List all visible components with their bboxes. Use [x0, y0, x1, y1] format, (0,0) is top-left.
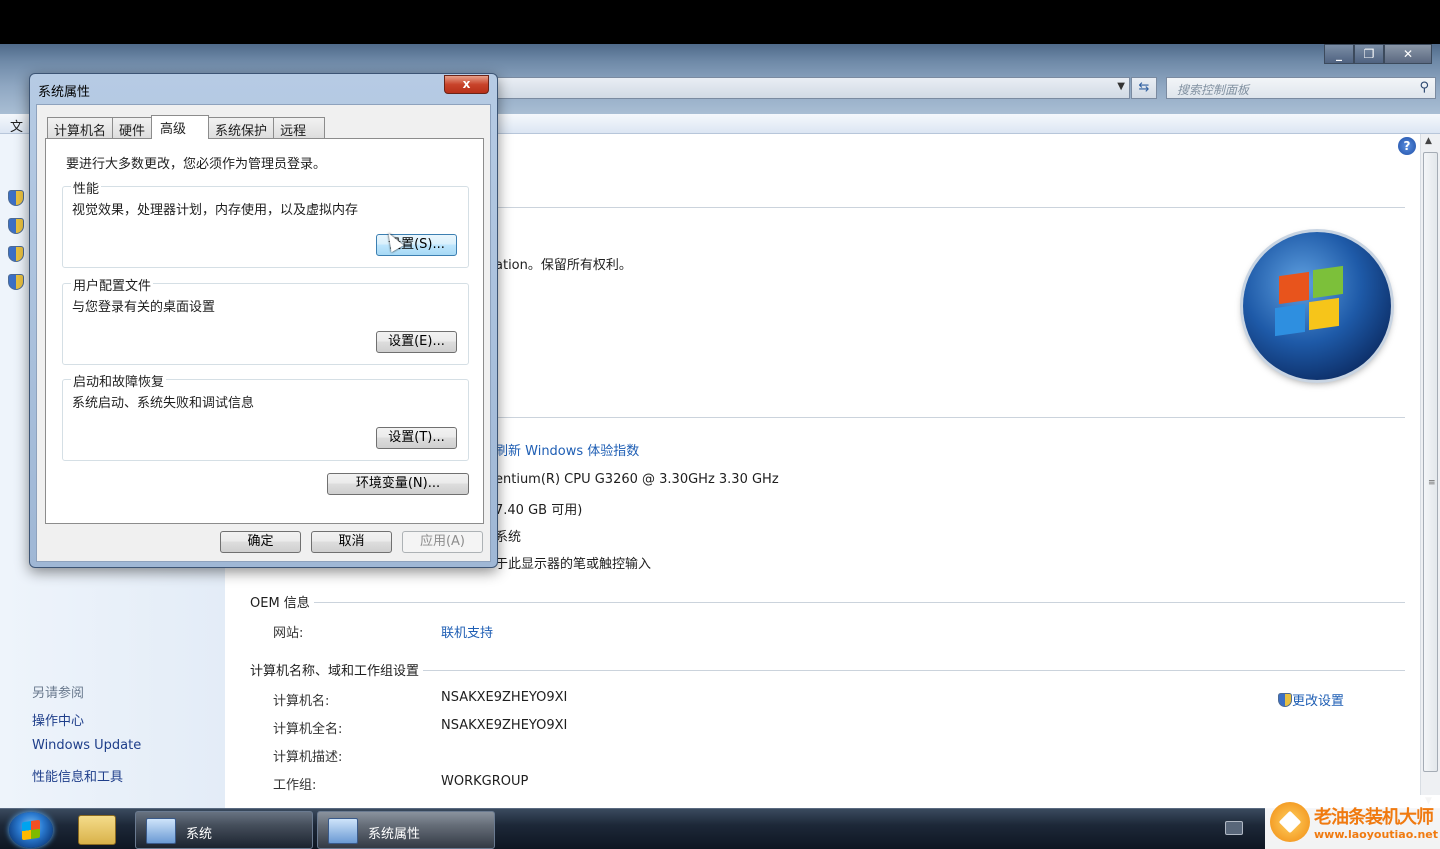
- taskbar-item-label: 系统: [186, 827, 213, 842]
- workgroup-value: WORKGROUP: [441, 774, 529, 789]
- watermark: 老油条装机大师 www.laoyoutiao.net: [1265, 795, 1440, 849]
- divider: [250, 602, 1405, 603]
- performance-desc: 视觉效果，处理器计划，内存使用，以及虚拟内存: [72, 203, 359, 218]
- keyboard-icon[interactable]: [1225, 821, 1243, 835]
- watermark-logo-icon: [1270, 802, 1310, 842]
- ok-button[interactable]: 确定: [220, 531, 301, 553]
- scroll-up-icon[interactable]: ▲: [1425, 136, 1432, 146]
- watermark-brand: 老油条装机大师: [1314, 807, 1434, 828]
- vertical-scrollbar[interactable]: ▲ ≡ ▼: [1420, 134, 1440, 808]
- system-window-icon: [146, 818, 176, 844]
- refresh-icon[interactable]: ⇆: [1131, 77, 1157, 99]
- pen-touch-value: 于此显示器的笔或触控输入: [495, 557, 652, 572]
- watermark-url: www.laoyoutiao.net: [1314, 828, 1439, 841]
- change-settings-link[interactable]: 更改设置: [1292, 690, 1344, 709]
- change-settings-link-wrap[interactable]: 更改设置: [1278, 690, 1344, 709]
- dialog-close-button[interactable]: x: [444, 75, 489, 94]
- startup-recovery-desc: 系统启动、系统失败和调试信息: [72, 396, 255, 411]
- chevron-down-icon[interactable]: ▼: [1117, 81, 1125, 92]
- restore-button[interactable]: ❐: [1354, 44, 1384, 64]
- admin-notice: 要进行大多数更改，您必须作为管理员登录。: [66, 157, 327, 172]
- window-controls: _ ❐ ✕: [1324, 44, 1432, 64]
- taskbar-item-system[interactable]: 系统: [135, 811, 313, 849]
- tab-remote[interactable]: 远程: [273, 117, 326, 139]
- left-link-action-center[interactable]: 操作中心: [32, 710, 84, 729]
- website-label: 网站:: [273, 626, 304, 641]
- dialog-body: 计算机名 硬件 高级 系统保护 远程 要进行大多数更改，您必须作为管理员登录。 …: [36, 104, 491, 562]
- explorer-folder-icon[interactable]: [78, 815, 116, 845]
- windows-logo: [1243, 232, 1391, 380]
- computer-name-section-title: 计算机名称、域和工作组设置: [250, 660, 424, 679]
- minimize-button[interactable]: _: [1324, 44, 1354, 64]
- performance-group: 性能 视觉效果，处理器计划，内存使用，以及虚拟内存 设置(S)...: [62, 178, 469, 268]
- full-computer-name-label: 计算机全名:: [273, 722, 343, 737]
- computer-name-label: 计算机名:: [273, 694, 330, 709]
- shield-icon: [8, 190, 24, 206]
- left-link-windows-update[interactable]: Windows Update: [32, 738, 141, 753]
- taskbar-item-label: 系统属性: [368, 827, 421, 842]
- divider: [495, 207, 1405, 208]
- environment-variables-button[interactable]: 环境变量(N)...: [327, 473, 469, 495]
- left-link-performance[interactable]: 性能信息和工具: [32, 766, 123, 785]
- computer-name-value: NSAKXE9ZHEYO9XI: [441, 690, 568, 705]
- user-profiles-title: 用户配置文件: [71, 275, 154, 294]
- flag-blue: [1275, 303, 1305, 337]
- tab-computer-name[interactable]: 计算机名: [47, 117, 114, 139]
- startup-recovery-title: 启动和故障恢复: [71, 371, 167, 390]
- tab-hardware[interactable]: 硬件: [112, 117, 153, 139]
- startup-recovery-group: 启动和故障恢复 系统启动、系统失败和调试信息 设置(T)...: [62, 371, 469, 461]
- computer-description-label: 计算机描述:: [273, 750, 343, 765]
- online-support-link[interactable]: 联机支持: [441, 622, 493, 641]
- search-placeholder: 搜索控制面板: [1177, 83, 1250, 97]
- taskbar-item-system-properties[interactable]: 系统属性: [317, 811, 495, 849]
- help-icon[interactable]: ?: [1398, 137, 1416, 155]
- shield-icon: [1278, 692, 1292, 707]
- tab-system-protection[interactable]: 系统保护: [208, 117, 275, 139]
- search-icon[interactable]: ⚲: [1419, 80, 1429, 95]
- flag-yellow: [1309, 297, 1339, 331]
- menu-file[interactable]: 文: [10, 116, 23, 135]
- shield-icon: [8, 274, 24, 290]
- address-bar[interactable]: ▼: [490, 77, 1130, 99]
- divider: [495, 417, 1405, 418]
- tab-advanced[interactable]: 高级: [151, 115, 210, 139]
- grip-icon: ≡: [1428, 478, 1436, 488]
- shield-icon: [8, 218, 24, 234]
- start-button[interactable]: [9, 812, 53, 848]
- taskbar: 系统 系统属性: [0, 808, 1440, 849]
- search-input[interactable]: 搜索控制面板 ⚲: [1166, 77, 1436, 99]
- rating-link[interactable]: 刷新 Windows 体验指数: [495, 440, 639, 459]
- user-profiles-group: 用户配置文件 与您登录有关的桌面设置 设置(E)...: [62, 275, 469, 365]
- full-computer-name-value: NSAKXE9ZHEYO9XI: [441, 718, 568, 733]
- oem-section-title: OEM 信息: [250, 592, 314, 611]
- scroll-thumb[interactable]: ≡: [1423, 152, 1438, 772]
- cancel-button[interactable]: 取消: [311, 531, 392, 553]
- flag-green: [1313, 265, 1343, 299]
- close-button[interactable]: ✕: [1384, 44, 1432, 64]
- system-properties-dialog: 系统属性 x 计算机名 硬件 高级 系统保护 远程 要进行大多数更改，您必须作为…: [29, 73, 498, 568]
- divider: [250, 670, 1405, 671]
- advanced-tab-panel: 要进行大多数更改，您必须作为管理员登录。 性能 视觉效果，处理器计划，内存使用，…: [45, 138, 484, 524]
- copyright-text: ation。保留所有权利。: [495, 258, 632, 273]
- user-profiles-settings-button[interactable]: 设置(E)...: [376, 331, 457, 353]
- see-also-heading: 另请参阅: [32, 686, 85, 701]
- dialog-title: 系统属性: [38, 85, 91, 100]
- apply-button[interactable]: 应用(A): [402, 531, 483, 553]
- performance-title: 性能: [71, 178, 102, 197]
- top-black-band: [0, 0, 1440, 44]
- shield-icon: [8, 246, 24, 262]
- tab-strip: 计算机名 硬件 高级 系统保护 远程: [47, 115, 326, 139]
- processor-value: entium(R) CPU G3260 @ 3.30GHz 3.30 GHz: [495, 472, 779, 487]
- user-profiles-desc: 与您登录有关的桌面设置: [72, 300, 216, 315]
- system-type-value: 系统: [495, 530, 522, 545]
- windows-flag-icon: [22, 819, 40, 841]
- startup-recovery-settings-button[interactable]: 设置(T)...: [376, 427, 457, 449]
- system-window-icon: [328, 818, 358, 844]
- workgroup-label: 工作组:: [273, 778, 317, 793]
- flag-red: [1279, 271, 1309, 305]
- memory-value: 7.40 GB 可用): [495, 503, 583, 518]
